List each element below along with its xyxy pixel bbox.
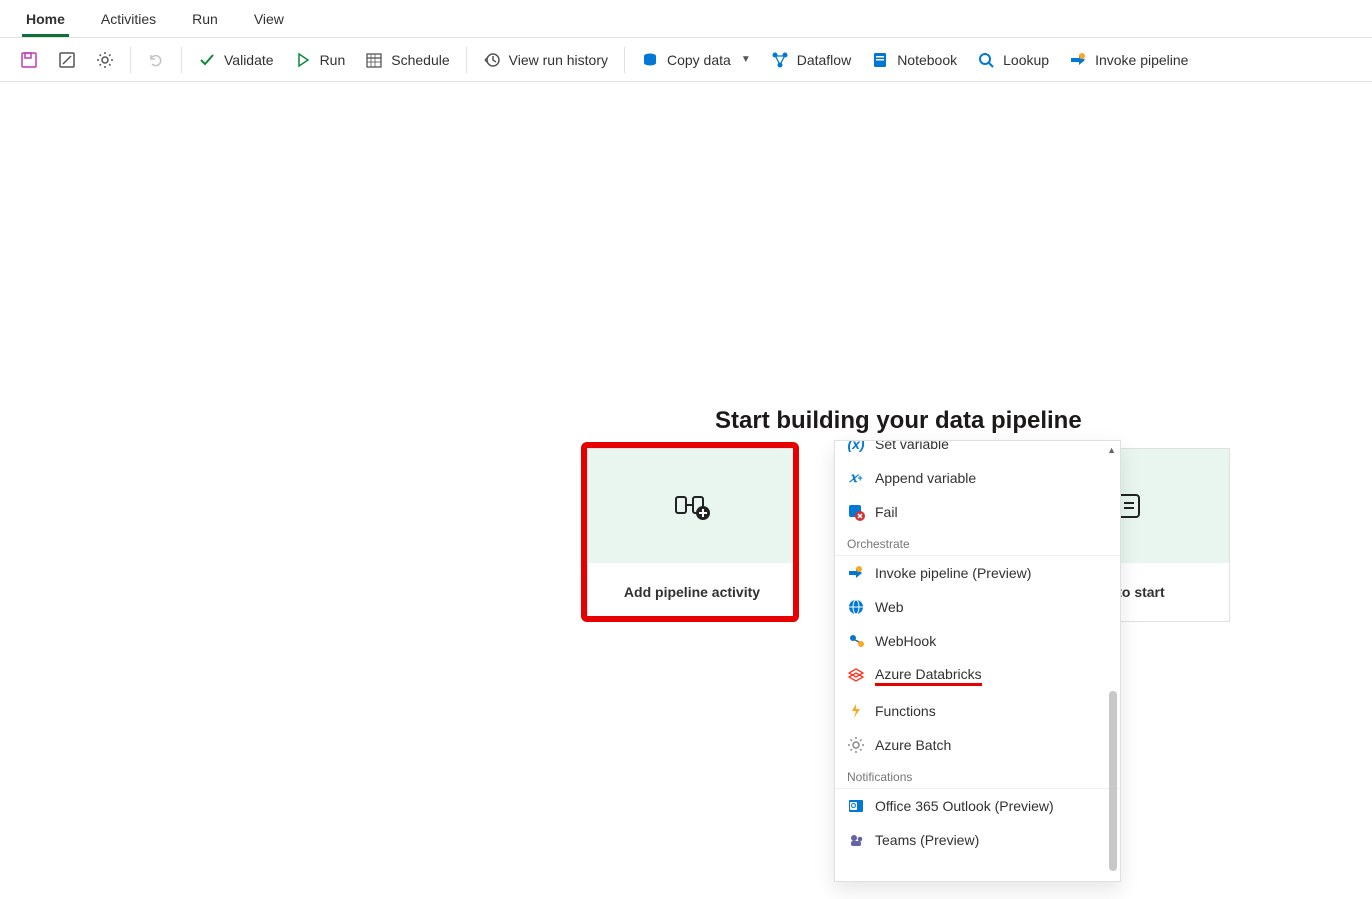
tab-activities[interactable]: Activities xyxy=(83,3,174,37)
settings-button[interactable] xyxy=(86,45,124,75)
menu-item-label: Azure Batch xyxy=(875,737,951,753)
pipeline-canvas: Start building your data pipeline Add pi… xyxy=(0,82,1372,892)
dataflow-button[interactable]: Dataflow xyxy=(761,45,861,75)
menu-item-label: Office 365 Outlook (Preview) xyxy=(875,798,1054,814)
menu-item-functions[interactable]: Functions xyxy=(835,694,1120,728)
menu-item-label: Functions xyxy=(875,703,936,719)
toolbar: Validate Run Schedule View run history C… xyxy=(0,38,1372,82)
append-var-icon: 𝑥+ xyxy=(847,469,865,487)
tab-run[interactable]: Run xyxy=(174,3,236,37)
run-button[interactable]: Run xyxy=(284,45,356,75)
dropdown-scrollbar[interactable] xyxy=(1109,691,1117,871)
functions-icon xyxy=(847,702,865,720)
save-as-icon xyxy=(58,51,76,69)
fail-icon xyxy=(847,503,865,521)
play-icon xyxy=(294,51,312,69)
menu-item-label: Azure Databricks xyxy=(875,666,982,686)
invoke-pipeline-button[interactable]: Invoke pipeline xyxy=(1059,45,1198,75)
menu-item-append-variable[interactable]: 𝑥+ Append variable xyxy=(835,461,1120,495)
web-icon xyxy=(847,598,865,616)
section-notifications: Notifications xyxy=(835,762,1120,789)
view-run-history-button[interactable]: View run history xyxy=(473,45,618,75)
toolbar-separator xyxy=(130,47,131,73)
validate-button[interactable]: Validate xyxy=(188,45,284,75)
checkmark-icon xyxy=(198,51,216,69)
databricks-icon xyxy=(847,667,865,685)
tile-icon-area xyxy=(588,449,796,563)
menu-item-azure-databricks[interactable]: Azure Databricks xyxy=(835,658,1120,694)
save-as-button[interactable] xyxy=(48,45,86,75)
menu-item-fail[interactable]: Fail xyxy=(835,495,1120,529)
undo-button[interactable] xyxy=(137,45,175,75)
save-icon xyxy=(20,51,38,69)
ribbon-tabs: Home Activities Run View xyxy=(0,0,1372,38)
schedule-label: Schedule xyxy=(391,52,449,68)
menu-item-label: Invoke pipeline (Preview) xyxy=(875,565,1031,581)
menu-item-webhook[interactable]: WebHook xyxy=(835,624,1120,658)
menu-item-web[interactable]: Web xyxy=(835,590,1120,624)
menu-item-label: Web xyxy=(875,599,904,615)
notebook-label: Notebook xyxy=(897,52,957,68)
tab-view[interactable]: View xyxy=(236,3,302,37)
lookup-button[interactable]: Lookup xyxy=(967,45,1059,75)
activity-dropdown: ▲ (x) Set variable 𝑥+ Append variable Fa… xyxy=(834,440,1121,882)
copy-data-icon xyxy=(641,51,659,69)
search-icon xyxy=(977,51,995,69)
menu-item-label: WebHook xyxy=(875,633,936,649)
gear-icon xyxy=(96,51,114,69)
add-pipeline-activity-tile[interactable]: Add pipeline activity xyxy=(587,448,797,622)
menu-item-office365-outlook[interactable]: O Office 365 Outlook (Preview) xyxy=(835,789,1120,823)
tab-home[interactable]: Home xyxy=(8,3,83,37)
save-button[interactable] xyxy=(10,45,48,75)
validate-label: Validate xyxy=(224,52,274,68)
dataflow-label: Dataflow xyxy=(797,52,851,68)
menu-item-label: Teams (Preview) xyxy=(875,832,979,848)
toolbar-separator xyxy=(624,47,625,73)
invoke-pipeline-icon xyxy=(1069,51,1087,69)
menu-item-label: Append variable xyxy=(875,470,976,486)
svg-text:O: O xyxy=(851,803,857,810)
menu-item-invoke-pipeline[interactable]: Invoke pipeline (Preview) xyxy=(835,556,1120,590)
toolbar-separator xyxy=(181,47,182,73)
notebook-button[interactable]: Notebook xyxy=(861,45,967,75)
set-variable-icon: (x) xyxy=(847,441,865,453)
invoke-pipeline-icon xyxy=(847,564,865,582)
webhook-icon xyxy=(847,632,865,650)
menu-item-label: Set variable xyxy=(875,441,949,452)
toolbar-separator xyxy=(466,47,467,73)
notebook-icon xyxy=(871,51,889,69)
copy-data-button[interactable]: Copy data ▼ xyxy=(631,45,761,75)
menu-item-teams[interactable]: Teams (Preview) xyxy=(835,823,1120,857)
chevron-down-icon: ▼ xyxy=(741,54,751,65)
lookup-label: Lookup xyxy=(1003,52,1049,68)
calendar-icon xyxy=(365,51,383,69)
canvas-heading: Start building your data pipeline xyxy=(715,407,1082,435)
run-label: Run xyxy=(320,52,346,68)
invoke-pipeline-label: Invoke pipeline xyxy=(1095,52,1188,68)
section-orchestrate: Orchestrate xyxy=(835,529,1120,556)
menu-item-set-variable[interactable]: (x) Set variable xyxy=(835,441,1120,461)
menu-item-azure-batch[interactable]: Azure Batch xyxy=(835,728,1120,762)
add-activity-icon xyxy=(673,487,711,525)
copy-data-label: Copy data xyxy=(667,52,731,68)
undo-icon xyxy=(147,51,165,69)
history-icon xyxy=(483,51,501,69)
teams-icon xyxy=(847,831,865,849)
outlook-icon: O xyxy=(847,797,865,815)
view-run-history-label: View run history xyxy=(509,52,608,68)
tile-label: Add pipeline activity xyxy=(588,563,796,621)
batch-icon xyxy=(847,736,865,754)
menu-item-label: Fail xyxy=(875,504,898,520)
dataflow-icon xyxy=(771,51,789,69)
schedule-button[interactable]: Schedule xyxy=(355,45,459,75)
